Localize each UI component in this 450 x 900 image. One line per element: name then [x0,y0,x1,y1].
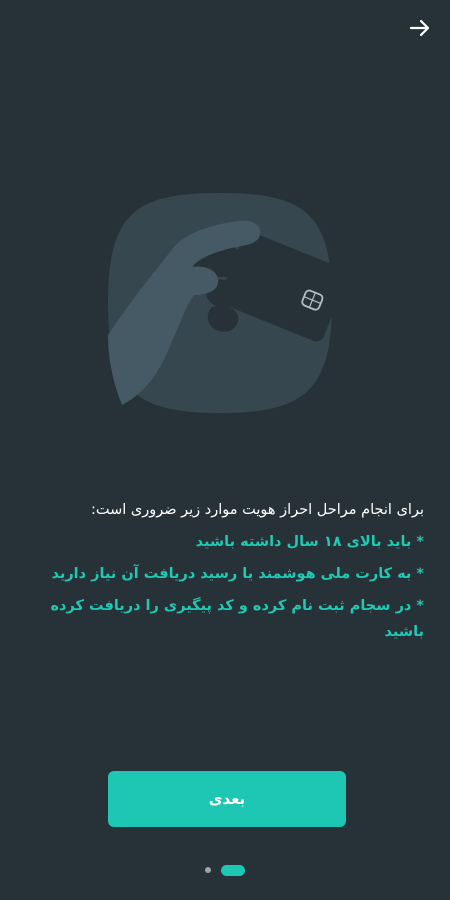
page-indicator [0,863,450,877]
hand-holding-card-icon [108,193,348,413]
requirement-item: * در سجام ثبت نام کرده و کد پیگیری را در… [50,598,424,640]
arrow-right-icon [409,19,430,37]
back-button[interactable] [406,14,434,42]
next-button[interactable]: بعدی [108,771,346,827]
illustration [100,185,348,420]
page-dot-2 [205,867,211,873]
requirement-item: * به کارت ملی هوشمند یا رسید دریافت آن ن… [51,566,424,582]
requirements-section: برای انجام مراحل احراز هویت موارد زیر ضر… [20,497,424,651]
top-bar [0,0,450,60]
intro-text: برای انجام مراحل احراز هویت موارد زیر ضر… [90,502,424,518]
requirement-item: * باید بالای ۱۸ سال داشته باشید [195,534,424,550]
page-dot-1-active [221,864,245,876]
